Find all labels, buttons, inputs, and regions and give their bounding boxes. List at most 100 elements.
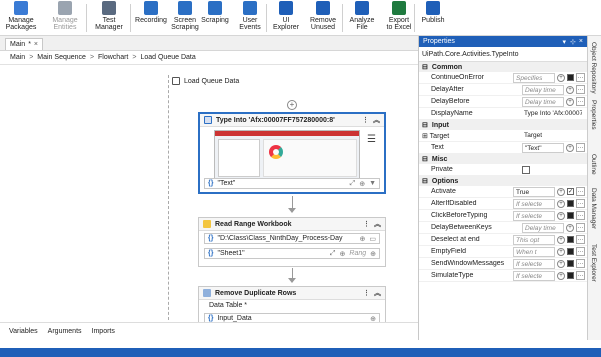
property-input[interactable]: True (513, 186, 555, 197)
toggle-icon[interactable] (567, 212, 574, 219)
sheet-name-input[interactable]: {} "Sheet1" ⤢ ⊕ Rang ⊕ (204, 248, 380, 259)
plus-icon[interactable]: + (557, 73, 565, 82)
expand-icon[interactable]: ⤢ (330, 250, 336, 258)
collapse-icon[interactable]: ︽ (374, 288, 381, 298)
property-input[interactable]: Specifies (513, 72, 555, 83)
property-value[interactable]: If selecte +… (513, 258, 587, 269)
property-row[interactable]: ClickBeforeTyping If selecte +… (419, 210, 587, 222)
close-icon[interactable]: × (579, 38, 583, 45)
side-tab-test-explorer[interactable]: Test Explorer (590, 244, 597, 282)
property-row[interactable]: DisplayName Type Into 'Afx:00007 (419, 108, 587, 120)
property-row[interactable]: Deselect at end This opt +… (419, 234, 587, 246)
property-value[interactable]: If selecte +… (513, 210, 587, 221)
property-input[interactable]: If selecte (513, 198, 555, 209)
tab-variables[interactable]: Variables (9, 328, 38, 335)
test-manager-button[interactable]: Test Manager (90, 0, 128, 36)
more-options-icon[interactable]: ⋮ (362, 116, 369, 124)
property-value[interactable]: Delay time +… (522, 96, 587, 107)
property-value[interactable]: True + ✓… (513, 186, 587, 197)
plus-icon[interactable]: ⊕ (340, 250, 346, 258)
ellipsis-button[interactable]: … (576, 235, 585, 244)
property-value[interactable]: Target (522, 131, 587, 141)
breadcrumb-load-queue-data[interactable]: Load Queue Data (140, 54, 195, 61)
ellipsis-button[interactable]: … (576, 211, 585, 220)
expand-icon[interactable]: ⤢ (350, 180, 356, 188)
property-row[interactable]: DelayBetweenKeys Delay time +… (419, 222, 587, 234)
ui-explorer-button[interactable]: UI Explorer (270, 0, 302, 36)
property-input[interactable]: Type Into 'Afx:00007 (522, 109, 582, 119)
property-input[interactable]: When t (513, 246, 555, 257)
folder-icon[interactable]: ▭ (369, 235, 376, 243)
toggle-icon[interactable] (567, 236, 574, 243)
property-input[interactable]: If selecte (513, 258, 555, 269)
plus-icon[interactable]: + (557, 187, 565, 196)
property-value[interactable]: Delay time +… (522, 84, 587, 95)
ellipsis-button[interactable]: … (576, 85, 585, 94)
collapse-icon[interactable]: ⊟ (422, 155, 428, 163)
property-value[interactable]: If selecte +… (513, 270, 587, 281)
category-input[interactable]: ⊟ Input (419, 120, 587, 130)
plus-icon[interactable]: + (566, 97, 574, 106)
recording-button[interactable]: Recording (134, 0, 168, 36)
category-options[interactable]: ⊟ Options (419, 176, 587, 186)
private-checkbox[interactable] (522, 165, 530, 174)
plus-icon[interactable]: ⊕ (360, 235, 366, 243)
collapse-icon[interactable]: ⊟ (422, 121, 428, 129)
range-placeholder[interactable]: Rang (349, 250, 366, 257)
toggle-icon[interactable]: ✓ (567, 188, 574, 195)
tab-imports[interactable]: Imports (92, 328, 115, 335)
plus-icon[interactable]: + (557, 199, 565, 208)
ellipsis-button[interactable]: … (576, 143, 585, 152)
plus-icon[interactable]: + (566, 223, 574, 232)
ellipsis-button[interactable]: … (576, 223, 585, 232)
collapse-icon[interactable]: ⊟ (422, 63, 428, 71)
property-row[interactable]: ContinueOnError Specifies +… (419, 72, 587, 84)
breadcrumb-main-sequence[interactable]: Main Sequence (37, 54, 86, 61)
property-value[interactable]: This opt +… (513, 234, 587, 245)
property-row[interactable]: Text "Text" +… (419, 142, 587, 154)
property-input[interactable]: "Text" (522, 142, 564, 153)
tab-arguments[interactable]: Arguments (48, 328, 82, 335)
property-input[interactable]: This opt (513, 234, 555, 245)
ellipsis-button[interactable]: … (576, 271, 585, 280)
data-table-input[interactable]: {} Input_Data ⊕ (204, 313, 380, 322)
category-misc[interactable]: ⊟ Misc (419, 154, 587, 164)
property-input[interactable]: Delay time (522, 222, 564, 233)
excel-button[interactable]: Export to Excel (382, 0, 416, 36)
category-common[interactable]: ⊟ Common (419, 62, 587, 72)
property-value[interactable]: "Text" +… (522, 142, 587, 153)
analyze-file-button[interactable]: Analyze File (345, 0, 379, 36)
dropdown-icon[interactable]: ▼ (369, 180, 376, 187)
property-input[interactable]: Delay time (522, 84, 564, 95)
tab-close-icon[interactable]: × (34, 41, 38, 48)
ellipsis-button[interactable]: … (576, 97, 585, 106)
property-row[interactable]: AlterIfDisabled If selecte +… (419, 198, 587, 210)
ellipsis-button[interactable]: … (576, 73, 585, 82)
breadcrumb-main[interactable]: Main (10, 54, 25, 61)
ellipsis-button[interactable]: … (576, 199, 585, 208)
pin-icon[interactable]: ⊹ (570, 38, 576, 46)
collapse-icon[interactable]: ︽ (374, 219, 381, 229)
ellipsis-button[interactable]: … (576, 259, 585, 268)
user-events-button[interactable]: User Events (233, 0, 267, 36)
property-row[interactable]: SimulateType If selecte +… (419, 270, 587, 282)
property-value[interactable]: Delay time +… (522, 222, 587, 233)
side-tab-data-manager[interactable]: Data Manager (590, 188, 597, 229)
remove-unused-button[interactable]: Remove Unused (305, 0, 341, 36)
publish-button[interactable]: Publish (418, 0, 448, 36)
more-options-icon[interactable]: ⋮ (363, 289, 370, 297)
plus-icon[interactable]: ⊕ (370, 250, 376, 258)
collapse-icon[interactable]: ︽ (373, 115, 380, 125)
collapse-icon[interactable]: ⊟ (422, 177, 428, 185)
toggle-icon[interactable] (567, 74, 574, 81)
property-row[interactable]: ⊞ Target Target (419, 130, 587, 142)
ellipsis-button[interactable]: … (576, 187, 585, 196)
workbook-path-input[interactable]: {} "D:\Class\Class_NinthDay_Process-Day … (204, 233, 380, 244)
property-value[interactable]: Type Into 'Afx:00007 (522, 109, 587, 119)
screen-scraping-button[interactable]: Screen Scraping (170, 0, 200, 36)
plus-icon[interactable]: + (557, 211, 565, 220)
package-button[interactable]: Manage Packages (2, 0, 40, 36)
property-row[interactable]: Private (419, 164, 587, 176)
property-input[interactable]: Delay time (522, 96, 564, 107)
property-row[interactable]: DelayBefore Delay time +… (419, 96, 587, 108)
